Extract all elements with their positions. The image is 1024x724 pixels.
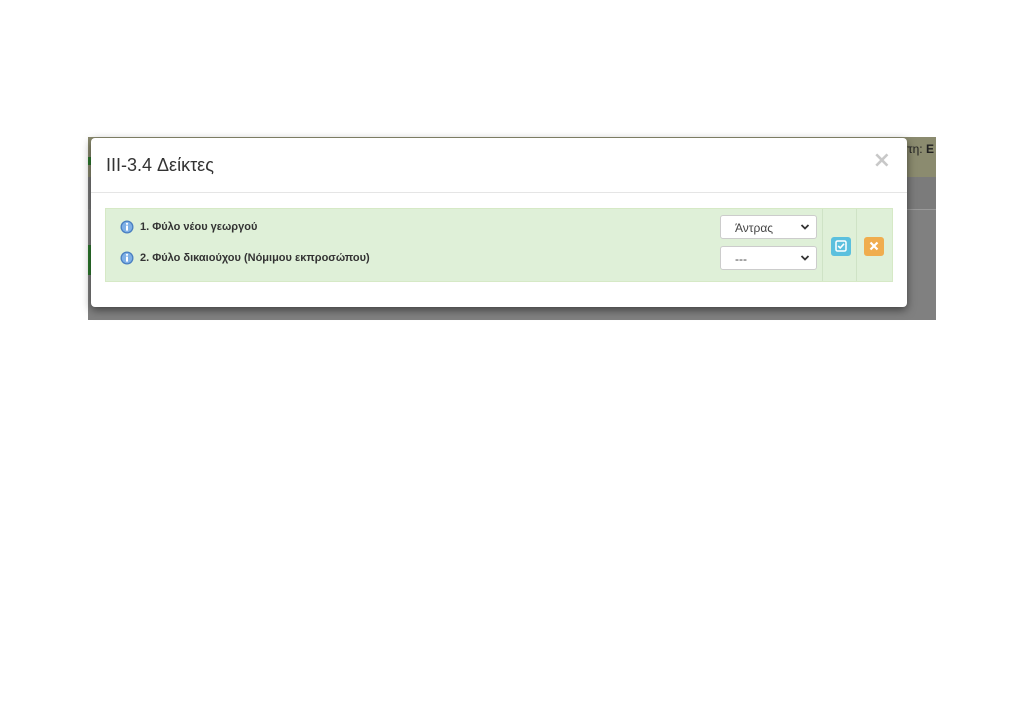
modal-title: III-3.4 Δείκτες	[106, 155, 214, 175]
modal-header: III-3.4 Δείκτες ×	[91, 138, 907, 193]
close-button[interactable]: ×	[873, 150, 891, 172]
column-divider	[856, 209, 857, 281]
select-value: ---	[735, 252, 747, 266]
close-icon	[869, 241, 879, 251]
column-divider	[822, 209, 823, 281]
background-header-bold: Ε	[925, 142, 934, 156]
indicators-panel: 1. Φύλο νέου γεωργού Άντρας 2. Φύλο δικα…	[105, 208, 893, 282]
select-value: Άντρας	[735, 221, 774, 235]
chevron-down-icon	[800, 255, 810, 261]
indicator-row: 1. Φύλο νέου γεωργού Άντρας	[120, 215, 817, 239]
indicators-modal: III-3.4 Δείκτες × 1. Φύλο νέου γεωργού Ά…	[91, 138, 907, 307]
chevron-down-icon	[800, 224, 810, 230]
background-rule	[906, 209, 936, 210]
check-square-icon	[835, 240, 847, 252]
info-icon[interactable]	[120, 220, 134, 234]
beneficiary-gender-select[interactable]: ---	[720, 246, 817, 270]
young-farmer-gender-select[interactable]: Άντρας	[720, 215, 817, 239]
indicator-label: 2. Φύλο δικαιούχου (Νόμιμου εκπροσώπου)	[140, 252, 370, 264]
info-icon[interactable]	[120, 251, 134, 265]
cancel-button[interactable]	[864, 237, 884, 256]
indicator-row: 2. Φύλο δικαιούχου (Νόμιμου εκπροσώπου) …	[120, 246, 817, 270]
indicator-label: 1. Φύλο νέου γεωργού	[140, 221, 258, 233]
confirm-button[interactable]	[831, 237, 851, 256]
